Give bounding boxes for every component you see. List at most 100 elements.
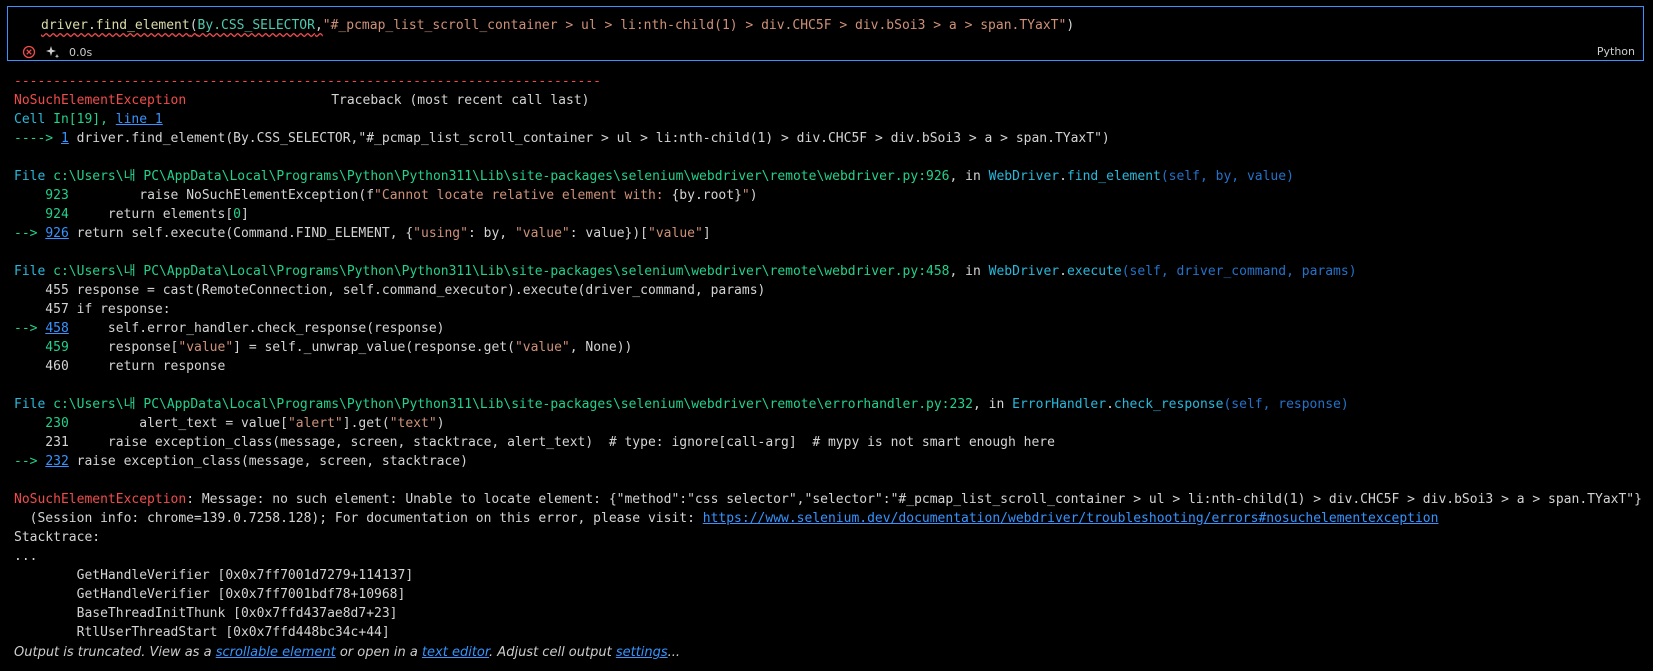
- frame-args: (self, driver_command, params): [1121, 264, 1357, 279]
- code-string: "alert": [287, 416, 343, 431]
- code-line-923: 923 raise NoSuchElementException(f"Canno…: [14, 186, 1653, 205]
- error-circle-icon: [21, 44, 37, 60]
- line-number: 459: [14, 340, 77, 355]
- stack-frame: GetHandleVerifier [0x0x7ff7001d7279+1141…: [14, 568, 414, 583]
- settings-link[interactable]: settings: [616, 645, 668, 660]
- main-code: driver.find_element(By.CSS_SELECTOR,"#_p…: [68, 131, 1110, 146]
- frame-class: WebDriver: [988, 264, 1060, 279]
- line-number: 924: [14, 207, 77, 222]
- code-text: ] = self._unwrap_value(response.get(: [233, 340, 515, 355]
- sparkle-icon[interactable]: [45, 44, 61, 60]
- code-text: return self.execute(Command.FIND_ELEMENT…: [68, 226, 414, 241]
- code-text: ): [436, 416, 445, 431]
- code-string: ": [741, 188, 750, 203]
- stack-frame: RtlUserThreadStart [0x0x7ffd448bc34c+44]: [14, 625, 390, 640]
- line-number-link[interactable]: 1: [61, 131, 69, 146]
- execution-time: 0.0s: [69, 45, 93, 59]
- code-function-token: driver.find_element: [41, 18, 190, 33]
- file-label: File: [14, 264, 54, 279]
- code-text: self.error_handler.check_response(respon…: [68, 321, 445, 336]
- dot: .: [1059, 169, 1067, 184]
- code-line-459: 459 response["value"] = self._unwrap_val…: [14, 338, 1653, 357]
- code-string: "value": [514, 340, 570, 355]
- code-line-455: 455 response = cast(RemoteConnection, se…: [14, 281, 1653, 300]
- file-path[interactable]: c:\Users\내 PC\AppData\Local\Programs\Pyt…: [53, 264, 949, 279]
- line-number: 230: [14, 416, 77, 431]
- truncation-text: Output is truncated. View as a: [14, 645, 216, 660]
- cell-status-bar: 0.0s: [21, 44, 92, 60]
- text-editor-link[interactable]: text editor: [422, 645, 489, 660]
- code-text: raise NoSuchElementException(f: [76, 188, 375, 203]
- code-text: ]: [241, 207, 249, 222]
- code-class-token: By.CSS_SELECTOR: [197, 18, 315, 33]
- code-string: "using": [413, 226, 468, 241]
- stacktrace-label: Stacktrace:: [14, 530, 101, 545]
- code-text: return elements[: [76, 207, 234, 222]
- frame-args: (self, response): [1223, 397, 1349, 412]
- frame-method: check_response: [1113, 397, 1224, 412]
- code-text: response[: [76, 340, 179, 355]
- stack-frame: GetHandleVerifier [0x0x7ff7001bdf78+1096…: [14, 587, 406, 602]
- error-message: NoSuchElementException: Message: no such…: [14, 490, 1653, 509]
- line-number-link[interactable]: 458: [45, 321, 68, 336]
- code-string: "value": [514, 226, 570, 241]
- code-line-926: --> 926 return self.execute(Command.FIND…: [14, 224, 1653, 243]
- code-close-token: ): [1066, 18, 1075, 33]
- truncation-text: ...: [667, 645, 681, 660]
- file-label: File: [14, 397, 54, 412]
- code-text: 457 if response:: [14, 302, 171, 317]
- traceback-title: Traceback (most recent call last): [331, 93, 590, 108]
- code-line-232: --> 232 raise exception_class(message, s…: [14, 452, 1653, 471]
- traceback-divider: ----------------------------------------…: [14, 74, 601, 89]
- traceback-header: NoSuchElementException Traceback (most re…: [14, 91, 1653, 110]
- code-number: 0: [233, 207, 241, 222]
- frame-class: WebDriver: [988, 169, 1060, 184]
- line-number-link[interactable]: 926: [45, 226, 68, 241]
- truncation-text: or open in a: [335, 645, 422, 660]
- code-editor-line[interactable]: driver.find_element(By.CSS_SELECTOR,"#_p…: [41, 18, 1074, 33]
- file-path[interactable]: c:\Users\내 PC\AppData\Local\Programs\Pyt…: [53, 397, 973, 412]
- frame-class: ErrorHandler: [1012, 397, 1107, 412]
- line-number-link[interactable]: 232: [45, 454, 68, 469]
- code-text: : by,: [467, 226, 515, 241]
- cell-reference: Cell In[19], line 1: [14, 110, 1653, 129]
- in-text: , in: [949, 169, 989, 184]
- traceback-main-line: ----> 1 driver.find_element(By.CSS_SELEC…: [14, 129, 1653, 148]
- code-string: "value": [178, 340, 234, 355]
- dot: .: [1059, 264, 1067, 279]
- code-text: 460 return response: [14, 359, 226, 374]
- exception-name: NoSuchElementException: [14, 492, 187, 507]
- code-text: , None)): [569, 340, 633, 355]
- code-line-230: 230 alert_text = value["alert"].get("tex…: [14, 414, 1653, 433]
- file-path[interactable]: c:\Users\내 PC\AppData\Local\Programs\Pyt…: [53, 169, 949, 184]
- code-line-924: 924 return elements[0]: [14, 205, 1653, 224]
- in-text: , in: [949, 264, 989, 279]
- arrow-marker: -->: [14, 454, 46, 469]
- code-line-460: 460 return response: [14, 357, 1653, 376]
- stack-frame: BaseThreadInitThunk [0x0x7ffd437ae8d7+23…: [14, 606, 398, 621]
- code-text: ]: [702, 226, 711, 241]
- code-text: {by.root}: [671, 188, 742, 203]
- code-string: "Cannot locate relative element with:: [374, 188, 672, 203]
- code-cell-input[interactable]: driver.find_element(By.CSS_SELECTOR,"#_p…: [7, 6, 1644, 61]
- documentation-link[interactable]: https://www.selenium.dev/documentation/w…: [703, 511, 1439, 526]
- code-string: "text": [389, 416, 437, 431]
- cell-in-label: In[19],: [53, 112, 116, 127]
- truncation-notice: Output is truncated. View as a scrollabl…: [14, 645, 680, 660]
- code-text: 455 response = cast(RemoteConnection, se…: [14, 283, 766, 298]
- code-line-457: 457 if response:: [14, 300, 1653, 319]
- cell-language-label[interactable]: Python: [1597, 45, 1635, 58]
- arrow-marker: -->: [14, 226, 46, 241]
- line-number: 923: [14, 188, 77, 203]
- code-comma-token: ,: [314, 18, 323, 33]
- truncation-text: . Adjust cell output: [489, 645, 616, 660]
- cell-line-link[interactable]: line 1: [116, 112, 163, 127]
- scrollable-element-link[interactable]: scrollable element: [216, 645, 336, 660]
- code-string-token: "#_pcmap_list_scroll_container > ul > li…: [322, 18, 1067, 33]
- session-info: (Session info: chrome=139.0.7258.128); F…: [14, 509, 1653, 528]
- frame-method: execute: [1066, 264, 1122, 279]
- code-text: ].get(: [342, 416, 390, 431]
- stacktrace-ellipsis: ...: [14, 549, 38, 564]
